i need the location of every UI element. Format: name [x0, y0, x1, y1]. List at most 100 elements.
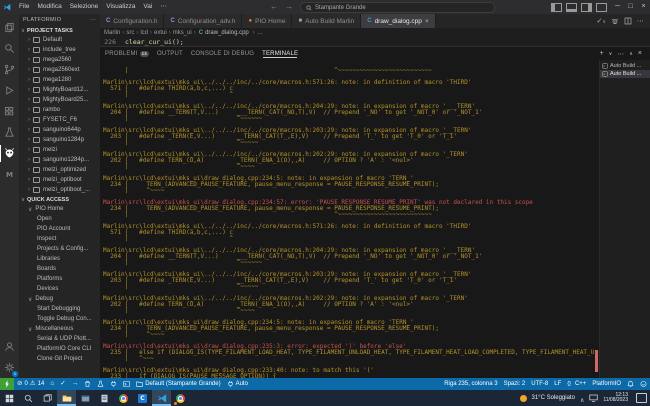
- remote-indicator[interactable]: [0, 378, 14, 390]
- tab-terminal[interactable]: TERMINALE: [262, 51, 298, 57]
- editor-code-line[interactable]: 226 clear_cur_ui();: [100, 37, 650, 46]
- project-task-item[interactable]: mega2560: [19, 55, 100, 65]
- serial-port-selector[interactable]: Auto: [224, 378, 251, 390]
- editor-tab[interactable]: PIO Home: [242, 14, 292, 28]
- toggle-secondary-sidebar-icon[interactable]: [581, 3, 592, 12]
- panel-more-icon[interactable]: [617, 50, 624, 58]
- quick-access-item[interactable]: Inspect: [19, 234, 100, 244]
- command-center-search[interactable]: Stampante Grande: [300, 2, 495, 13]
- project-task-item[interactable]: melzi_optimized: [19, 165, 100, 175]
- start-button-icon[interactable]: [0, 390, 19, 406]
- app-document-icon[interactable]: [95, 390, 114, 406]
- terminal-scrollbar[interactable]: [595, 60, 599, 378]
- search-sidebar-icon[interactable]: [0, 38, 19, 59]
- editor-tab[interactable]: Auto Build Marlin: [292, 14, 361, 28]
- maximize-button[interactable]: [624, 0, 637, 14]
- menu-item[interactable]: Modifica: [33, 0, 65, 14]
- chrome-profile-icon[interactable]: [171, 390, 190, 406]
- project-task-item[interactable]: melzi: [19, 145, 100, 155]
- quick-access-item[interactable]: Devices: [19, 284, 100, 294]
- menu-item[interactable]: Selezione: [66, 0, 103, 14]
- toggle-panel-icon[interactable]: [566, 3, 577, 12]
- pio-build-icon[interactable]: ✓: [57, 378, 68, 390]
- project-task-item[interactable]: FYSETC_F6: [19, 115, 100, 125]
- quick-access-item[interactable]: Platforms: [19, 274, 100, 284]
- bug-icon[interactable]: [611, 17, 619, 25]
- file-explorer-icon[interactable]: [57, 390, 76, 406]
- extensions-icon[interactable]: [0, 101, 19, 122]
- terminal-session-item[interactable]: Auto Build ...: [600, 62, 650, 70]
- breadcrumb-item[interactable]: Marlin: [104, 30, 126, 36]
- account-icon[interactable]: [0, 336, 19, 357]
- quick-access-item[interactable]: Serial & UDP Plott...: [19, 334, 100, 344]
- project-task-item[interactable]: include_tree: [19, 45, 100, 55]
- run-debug-icon[interactable]: [0, 80, 19, 101]
- editor-tab[interactable]: Configuration.h: [100, 14, 164, 28]
- split-editor-icon[interactable]: [624, 17, 632, 25]
- project-task-item[interactable]: mega2560ext: [19, 65, 100, 75]
- tray-expand-icon[interactable]: [580, 389, 584, 406]
- tab-problems[interactable]: PROBLEMI 14: [105, 51, 149, 57]
- close-icon[interactable]: [425, 18, 429, 25]
- action-center-icon[interactable]: [636, 393, 647, 403]
- project-task-item[interactable]: sanguino1284p...: [19, 155, 100, 165]
- quick-access-item[interactable]: Clone Git Project: [19, 354, 100, 364]
- platformio-icon[interactable]: [0, 143, 19, 164]
- project-task-item[interactable]: sanguino644p: [19, 125, 100, 135]
- customize-layout-icon[interactable]: [596, 3, 607, 12]
- task-view-icon[interactable]: [38, 390, 57, 406]
- explorer-icon[interactable]: [0, 17, 19, 38]
- project-task-item[interactable]: MightyBoard12...: [19, 85, 100, 95]
- quick-access-item[interactable]: Projects & Config...: [19, 244, 100, 254]
- settings-gear-icon[interactable]: 1: [0, 357, 19, 378]
- quick-access-item[interactable]: Miscellaneous: [19, 324, 100, 334]
- breadcrumb-file[interactable]: draw_dialog.cpp: [199, 30, 257, 36]
- chrome-icon[interactable]: [114, 390, 133, 406]
- env-switcher[interactable]: Default (Stampante Grande): [133, 378, 223, 390]
- minimize-button[interactable]: [611, 0, 624, 14]
- quick-access-item[interactable]: Boards: [19, 264, 100, 274]
- breadcrumb-item[interactable]: extui: [154, 30, 173, 36]
- toggle-sidebar-icon[interactable]: [551, 3, 562, 12]
- cursor-position[interactable]: Riga 235, colonna 3: [441, 378, 500, 390]
- source-control-icon[interactable]: [0, 59, 19, 80]
- system-clock[interactable]: 12:13 11/08/2023: [603, 393, 628, 404]
- new-terminal-icon[interactable]: [599, 50, 603, 58]
- quick-access-item[interactable]: Start Debugging: [19, 304, 100, 314]
- quick-access-item[interactable]: Libraries: [19, 254, 100, 264]
- project-task-item[interactable]: MightyBoard25...: [19, 95, 100, 105]
- pio-test-icon[interactable]: [94, 378, 107, 390]
- maximize-panel-icon[interactable]: [629, 50, 633, 58]
- project-task-item[interactable]: rambo: [19, 105, 100, 115]
- project-task-item[interactable]: melzi_optiboot_...: [19, 185, 100, 195]
- editor-tab[interactable]: draw_dialog.cpp: [361, 14, 435, 28]
- close-button[interactable]: [637, 0, 650, 14]
- menu-item[interactable]: Vai: [139, 0, 156, 14]
- new-terminal-status-icon[interactable]: [120, 378, 133, 390]
- app-window-icon[interactable]: [76, 390, 95, 406]
- menu-item[interactable]: ⋯: [156, 0, 171, 14]
- pio-home-icon[interactable]: ⌂: [47, 378, 57, 390]
- more-actions-icon[interactable]: ⋯: [90, 17, 96, 23]
- c-app-icon[interactable]: [133, 390, 152, 406]
- network-display-icon[interactable]: [589, 394, 598, 402]
- menu-item[interactable]: File: [15, 0, 33, 14]
- quick-access-header[interactable]: QUICK ACCESS: [19, 195, 100, 204]
- more-actions-icon[interactable]: ⋯: [637, 17, 644, 25]
- project-tasks-header[interactable]: PROJECT TASKS: [19, 26, 100, 35]
- pio-upload-icon[interactable]: →: [69, 378, 82, 390]
- quick-access-item[interactable]: PlatformIO Core CLI: [19, 344, 100, 354]
- project-task-item[interactable]: melzi_optiboot: [19, 175, 100, 185]
- auto-build-marlin-icon[interactable]: [0, 164, 19, 185]
- quick-access-item[interactable]: PIO Home: [19, 204, 100, 214]
- menu-item[interactable]: Visualizza: [102, 0, 139, 14]
- taskbar-search-icon[interactable]: [19, 390, 38, 406]
- history-back-icon[interactable]: ←: [270, 0, 278, 14]
- tab-debug-console[interactable]: CONSOLE DI DEBUG: [191, 51, 254, 57]
- quick-access-item[interactable]: Open: [19, 214, 100, 224]
- history-forward-icon[interactable]: →: [285, 0, 293, 14]
- breadcrumb-symbol[interactable]: ...: [258, 30, 263, 36]
- terminal-session-item[interactable]: Auto Build ...: [600, 70, 650, 78]
- tab-output[interactable]: OUTPUT: [157, 51, 183, 57]
- serial-monitor-plug-icon[interactable]: [107, 378, 120, 390]
